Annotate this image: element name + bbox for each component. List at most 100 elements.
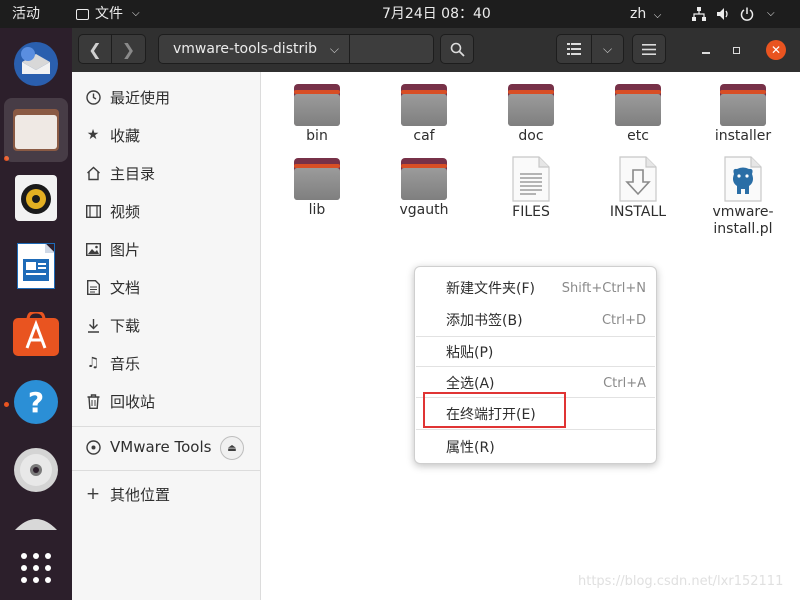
eject-button[interactable]: ⏏	[220, 436, 244, 460]
dock-files[interactable]	[4, 98, 68, 162]
thunderbird-icon	[14, 42, 58, 86]
menu-item-label: 添加书签(B)	[446, 313, 523, 329]
view-list-button[interactable]	[556, 34, 592, 64]
menu-button[interactable]	[632, 34, 666, 64]
watermark: https://blog.csdn.net/lxr152111	[578, 574, 784, 589]
chevron-right-icon: ❯	[121, 39, 136, 59]
file-name: vgauth	[399, 202, 449, 218]
film-icon	[85, 203, 101, 219]
sidebar-item-label: VMware Tools	[110, 438, 212, 456]
sidebar: 最近使用 ★ 收藏 主目录 视频 图片 文档 下载 ♫ 音乐 回收站 VMwar…	[72, 72, 261, 600]
file-item-files[interactable]: FILES	[481, 156, 581, 221]
sidebar-item-trash[interactable]: 回收站	[72, 382, 260, 420]
dock-dvd[interactable]	[4, 438, 68, 502]
maximize-button[interactable]	[726, 40, 746, 60]
dock-help[interactable]: ?	[4, 370, 68, 434]
install-file-icon	[619, 156, 657, 202]
close-icon: ✕	[770, 43, 782, 57]
search-button[interactable]	[440, 34, 474, 64]
trash-icon	[85, 393, 101, 409]
file-name: bin	[306, 128, 328, 144]
dock-thunderbird[interactable]	[4, 32, 68, 96]
partially-hidden-icon	[15, 519, 57, 530]
sidebar-item-vmware-tools[interactable]: VMware Tools ⏏	[72, 428, 260, 466]
sidebar-divider	[72, 426, 260, 427]
file-item-install[interactable]: INSTALL	[588, 156, 688, 221]
file-item-vgauth[interactable]: vgauth	[374, 158, 474, 219]
menu-item-paste[interactable]: 粘贴(P)	[415, 337, 656, 367]
view-options-button[interactable]: ⌵	[592, 34, 624, 64]
rhythmbox-icon	[15, 175, 57, 221]
file-item-lib[interactable]: lib	[267, 158, 367, 219]
file-name: caf	[413, 128, 435, 144]
image-icon	[85, 241, 101, 257]
activities-button[interactable]: 活动	[12, 0, 40, 28]
menu-separator	[416, 366, 655, 367]
folder-icon	[294, 84, 340, 126]
file-name: lib	[308, 202, 326, 218]
sidebar-item-label: 收藏	[110, 126, 141, 145]
file-item-bin[interactable]: bin	[267, 84, 367, 145]
text-file-icon	[512, 156, 550, 202]
dvd-icon	[14, 448, 58, 492]
close-button[interactable]: ✕	[766, 40, 786, 60]
sidebar-item-other-locations[interactable]: + 其他位置	[72, 475, 260, 513]
dock-partial[interactable]	[4, 506, 68, 530]
sidebar-item-label: 图片	[110, 240, 141, 259]
forward-button[interactable]: ❯	[112, 34, 146, 64]
dock-show-apps[interactable]	[4, 536, 68, 600]
eject-icon: ⏏	[227, 442, 237, 454]
home-icon	[85, 165, 101, 181]
sidebar-item-downloads[interactable]: 下载	[72, 306, 260, 344]
path-label: vmware-tools-distrib	[173, 41, 318, 57]
power-icon	[740, 7, 754, 21]
chevron-left-icon: ❮	[88, 39, 102, 59]
clock[interactable]: 7月24日 08：40	[382, 0, 491, 28]
chevron-down-icon: ⌵	[132, 8, 140, 19]
network-icon	[692, 7, 706, 21]
system-menu[interactable]: ⌵	[692, 0, 775, 28]
sidebar-item-music[interactable]: ♫ 音乐	[72, 344, 260, 382]
annotation-highlight-box	[423, 392, 566, 428]
file-item-caf[interactable]: caf	[374, 84, 474, 145]
menu-item-label: 粘贴(P)	[446, 345, 494, 361]
dock-rhythmbox[interactable]	[4, 166, 68, 230]
sidebar-item-recent[interactable]: 最近使用	[72, 78, 260, 116]
clock-icon	[85, 89, 101, 105]
dock-writer[interactable]	[4, 234, 68, 298]
ubuntu-software-icon	[13, 312, 59, 356]
file-item-etc[interactable]: etc	[588, 84, 688, 145]
app-name: 文件	[95, 6, 123, 22]
input-method-indicator[interactable]: zh ⌵	[630, 0, 661, 28]
back-button[interactable]: ❮	[78, 34, 112, 64]
sidebar-divider	[72, 470, 260, 471]
path-bar-empty[interactable]	[350, 34, 434, 64]
menu-item-new-folder[interactable]: 新建文件夹(F) Shift+Ctrl+N	[415, 273, 656, 303]
app-menu[interactable]: 文件 ⌵	[76, 0, 140, 28]
file-item-doc[interactable]: doc	[481, 84, 581, 145]
folder-icon	[720, 84, 766, 126]
file-name: installer	[714, 128, 772, 144]
show-applications-icon	[21, 553, 51, 583]
sidebar-item-pictures[interactable]: 图片	[72, 230, 260, 268]
file-name: INSTALL	[609, 204, 667, 220]
menu-item-shortcut: Ctrl+A	[603, 375, 646, 391]
document-icon	[85, 279, 101, 295]
sidebar-item-videos[interactable]: 视频	[72, 192, 260, 230]
menu-item-properties[interactable]: 属性(R)	[415, 432, 656, 462]
download-icon	[85, 317, 101, 333]
file-item-vmware-install[interactable]: vmware- install.pl	[693, 156, 793, 238]
files-icon	[13, 109, 59, 151]
menu-item-label: 新建文件夹(F)	[446, 281, 535, 297]
sidebar-item-documents[interactable]: 文档	[72, 268, 260, 306]
svg-text:?: ?	[28, 386, 44, 419]
path-bar-button[interactable]: vmware-tools-distrib ⌵	[158, 34, 350, 64]
dock-software[interactable]	[4, 302, 68, 366]
menu-item-shortcut: Ctrl+D	[601, 312, 646, 328]
sidebar-item-home[interactable]: 主目录	[72, 154, 260, 192]
minimize-button[interactable]	[696, 40, 716, 60]
file-item-installer[interactable]: installer	[693, 84, 793, 145]
chevron-down-icon: ⌵	[767, 8, 775, 19]
sidebar-item-starred[interactable]: ★ 收藏	[72, 116, 260, 154]
menu-item-add-bookmark[interactable]: 添加书签(B) Ctrl+D	[415, 305, 656, 335]
